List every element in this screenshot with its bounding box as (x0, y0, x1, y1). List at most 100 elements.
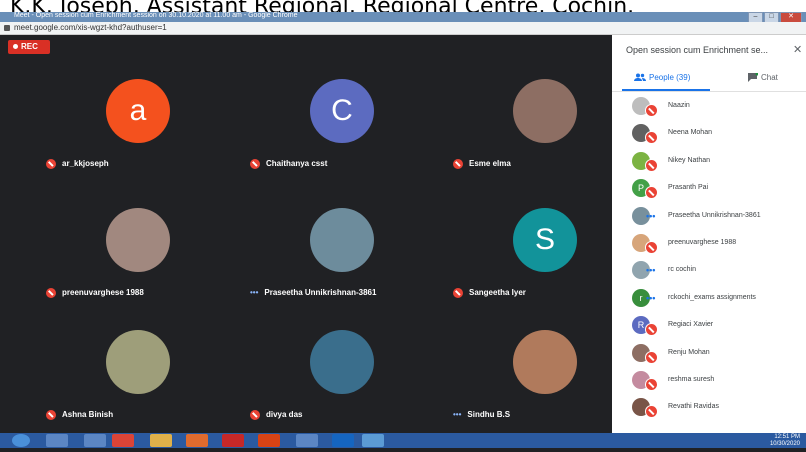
person-name: Revathi Ravidas (668, 403, 719, 411)
ie-icon[interactable] (46, 434, 68, 447)
folder-icon[interactable] (150, 434, 172, 447)
record-dot-icon (13, 44, 18, 50)
people-list-item[interactable]: P Prasanth Pai (612, 175, 806, 202)
participant-name: ar_kkjoseph (46, 159, 109, 169)
people-list-item[interactable]: Neena Mohan (612, 120, 806, 147)
mic-off-icon (46, 159, 56, 169)
people-list-item[interactable]: preenuvarghese 1988 (612, 230, 806, 257)
tab-people[interactable]: People (39) (634, 73, 690, 82)
rec-label: REC (21, 42, 38, 51)
mic-off-icon (453, 288, 463, 298)
participant-name-label: Chaithanya csst (266, 159, 328, 169)
participant-avatar (513, 79, 577, 143)
clock-date: 10/30/2020 (769, 441, 800, 447)
mic-off-icon (46, 410, 56, 420)
opera-icon[interactable] (222, 434, 244, 447)
mic-off-icon (453, 159, 463, 169)
speaking-icon: ••• (646, 210, 656, 221)
mic-off-icon (250, 410, 260, 420)
participant-avatar: a (106, 79, 170, 143)
participant-name: ••• Sindhu B.S (453, 410, 510, 419)
person-name: preenuvarghese 1988 (668, 239, 737, 246)
people-list-item[interactable]: reshma suresh (612, 367, 806, 394)
mic-off-icon (645, 131, 658, 145)
people-list-item[interactable]: Nikey Nathan (612, 148, 806, 175)
participant-avatar: C (310, 79, 374, 143)
clock-time: 12:51 PM (774, 434, 800, 440)
participant-name: preenuvarghese 1988 (46, 288, 144, 298)
person-name: rc cochin (668, 266, 697, 274)
participant-name-label: divya das (266, 410, 303, 420)
participant-name-label: Ashna Binish (62, 410, 114, 420)
participant-avatar (106, 330, 170, 394)
window-title: Meet - Open session cum Enrichment sessi… (14, 12, 298, 19)
people-list-item[interactable]: ••• Praseetha Unnikrishnan-3861 (612, 203, 806, 230)
people-panel: Open session cum Enrichment se... ✕ Peop… (612, 35, 806, 433)
office-icon[interactable] (258, 434, 280, 447)
participant-name-label: Sindhu B.S (467, 410, 511, 419)
people-list-item[interactable]: R Regiaci Xavier (612, 312, 806, 339)
participant-tile[interactable]: C Chaithanya csst (242, 79, 442, 201)
url-text: meet.google.com/xis-wgzt-khd?authuser=1 (14, 23, 167, 32)
participant-avatar (310, 208, 374, 272)
person-name: Renju Mohan (668, 348, 710, 356)
browser-titlebar: Meet - Open session cum Enrichment sessi… (0, 12, 806, 23)
mic-off-icon (645, 405, 658, 419)
mic-off-icon (250, 159, 260, 169)
participant-name-label: preenuvarghese 1988 (62, 288, 144, 298)
start-button[interactable] (12, 434, 30, 447)
participant-name-label: ar_kkjoseph (62, 159, 109, 169)
person-name: Naazin (668, 102, 690, 109)
mic-off-icon (645, 323, 658, 337)
people-list-item[interactable]: Revathi Ravidas (612, 394, 806, 421)
app-window-icon[interactable] (362, 434, 384, 447)
mic-off-icon (645, 241, 658, 254)
chat-tab-label: Chat (761, 73, 778, 82)
media-icon[interactable] (84, 434, 106, 447)
participant-tile[interactable]: ••• Praseetha Unnikrishnan-3861 (242, 208, 442, 330)
people-list-item[interactable]: Naazin (612, 93, 806, 120)
word-icon[interactable] (332, 434, 354, 447)
mic-off-icon (645, 350, 658, 364)
mic-off-icon (645, 158, 658, 172)
participant-name-label: Praseetha Unnikrishnan-3861 (264, 288, 377, 297)
person-name: Regiaci Xavier (668, 321, 714, 329)
speaking-icon: ••• (453, 410, 462, 419)
mic-off-icon (645, 378, 658, 391)
participant-avatar: S (513, 208, 577, 272)
person-name: Nikey Nathan (668, 156, 711, 164)
people-list-item[interactable]: ••• rc cochin (612, 257, 806, 284)
paint-icon[interactable] (296, 434, 318, 447)
chrome-icon[interactable] (112, 434, 134, 447)
person-name: Neena Mohan (668, 129, 712, 137)
address-bar[interactable]: meet.google.com/xis-wgzt-khd?authuser=1 (0, 22, 806, 35)
participant-tile[interactable]: a ar_kkjoseph (38, 79, 238, 201)
participant-name: ••• Praseetha Unnikrishnan-3861 (250, 288, 376, 297)
participant-name: Chaithanya csst (250, 159, 327, 169)
person-name: rckochi_exams assignments (668, 293, 756, 301)
mic-off-icon (645, 104, 658, 117)
participant-tile[interactable]: preenuvarghese 1988 (38, 208, 238, 330)
speaking-icon: ••• (250, 288, 259, 297)
participant-avatar (106, 208, 170, 272)
tab-chat[interactable]: Chat (748, 72, 778, 83)
people-list-item[interactable]: Renju Mohan (612, 340, 806, 367)
recording-badge: REC (8, 40, 50, 54)
close-icon[interactable]: ✕ (793, 43, 802, 56)
participant-name-label: Sangeetha Iyer (469, 288, 526, 298)
participant-name-label: Esme elma (469, 159, 511, 169)
participant-name: Sangeetha Iyer (453, 288, 526, 298)
person-name: Prasanth Pai (668, 184, 709, 192)
mic-off-icon (645, 186, 658, 200)
speaking-icon: ••• (646, 265, 656, 276)
people-tab-label: People (39) (649, 73, 691, 82)
lock-icon (4, 25, 10, 31)
participant-avatar (513, 330, 577, 394)
people-list: Naazin Neena Mohan Nikey Nathan P Prasanth P… (612, 93, 806, 433)
participant-name: Esme elma (453, 159, 511, 169)
system-clock[interactable]: 12:51 PM 10/30/2020 (770, 434, 800, 448)
app-icon[interactable] (186, 434, 208, 447)
people-list-item[interactable]: r ••• rckochi_exams assignments (612, 285, 806, 312)
person-name: Praseetha Unnikrishnan-3861 (668, 211, 761, 219)
windows-taskbar: 12:51 PM 10/30/2020 (0, 433, 806, 448)
